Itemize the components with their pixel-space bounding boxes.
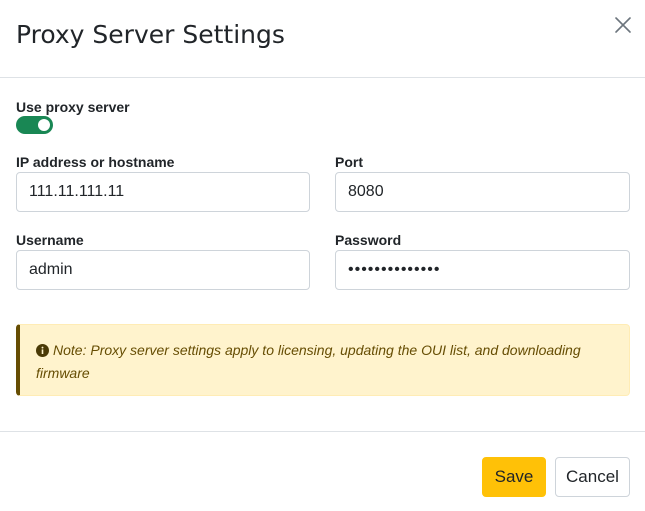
use-proxy-toggle[interactable] [16,116,53,134]
proxy-settings-dialog: Proxy Server Settings Use proxy server I… [0,0,645,511]
password-input[interactable] [335,250,630,290]
dialog-footer: Save Cancel [0,431,645,511]
toggle-knob [38,119,50,131]
save-button[interactable]: Save [482,457,546,497]
port-input[interactable] [335,172,630,212]
info-circle-icon [36,342,49,363]
cancel-button[interactable]: Cancel [555,457,630,497]
note-text: Note: Proxy server settings apply to lic… [36,342,581,381]
username-label: Username [16,232,84,248]
dialog-header: Proxy Server Settings [0,0,645,78]
dialog-title: Proxy Server Settings [16,20,285,49]
password-label: Password [335,232,402,248]
proxy-note-alert: Note: Proxy server settings apply to lic… [16,324,630,396]
ip-address-label: IP address or hostname [16,154,175,170]
username-input[interactable] [16,250,310,290]
ip-address-input[interactable] [16,172,310,212]
close-button[interactable] [610,12,636,38]
use-proxy-label: Use proxy server [16,99,130,115]
port-label: Port [335,154,363,170]
close-icon [615,17,631,33]
